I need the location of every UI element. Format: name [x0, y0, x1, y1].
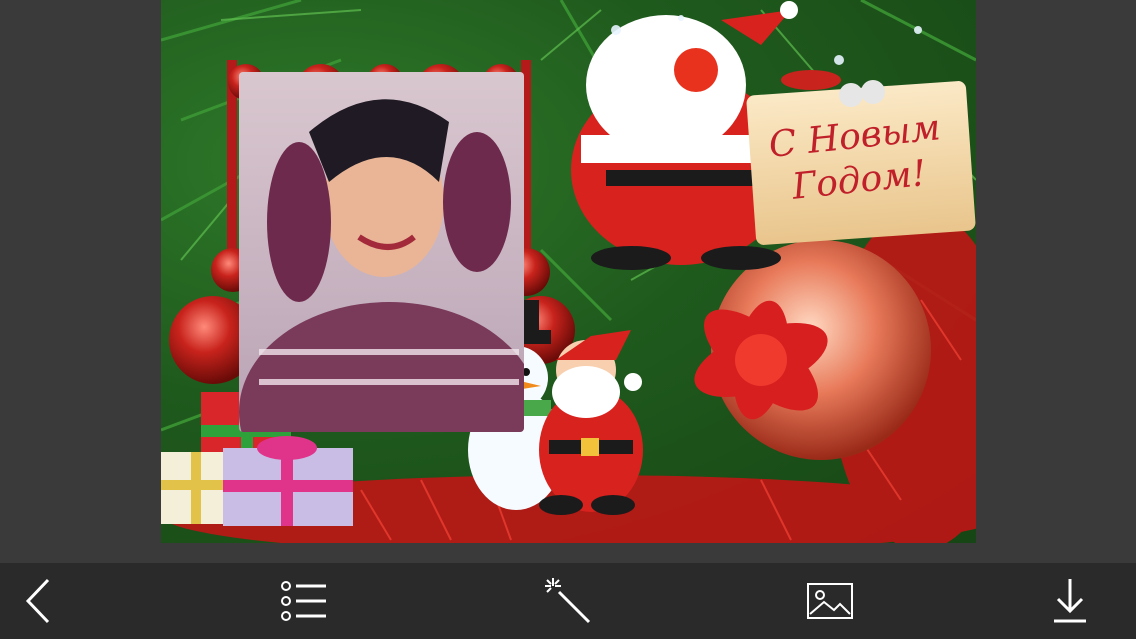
frames-list-button[interactable]: [274, 571, 334, 631]
download-button[interactable]: [1040, 571, 1100, 631]
back-button[interactable]: [10, 571, 70, 631]
editor-canvas: С Новым Годом!: [0, 0, 1136, 563]
greeting-text: С Новым Годом!: [766, 107, 943, 208]
list-icon: [281, 581, 326, 621]
download-icon: [1054, 579, 1086, 623]
chevron-left-icon: [25, 578, 50, 624]
gallery-button[interactable]: [800, 571, 860, 631]
christmas-photo-frame: С Новым Годом!: [161, 0, 976, 543]
user-photo: [239, 99, 524, 432]
magic-wand-icon: [545, 578, 591, 624]
photo-slot[interactable]: [239, 72, 524, 432]
bottom-toolbar: [0, 563, 1136, 639]
image-icon: [807, 583, 853, 619]
effects-button[interactable]: [538, 571, 598, 631]
